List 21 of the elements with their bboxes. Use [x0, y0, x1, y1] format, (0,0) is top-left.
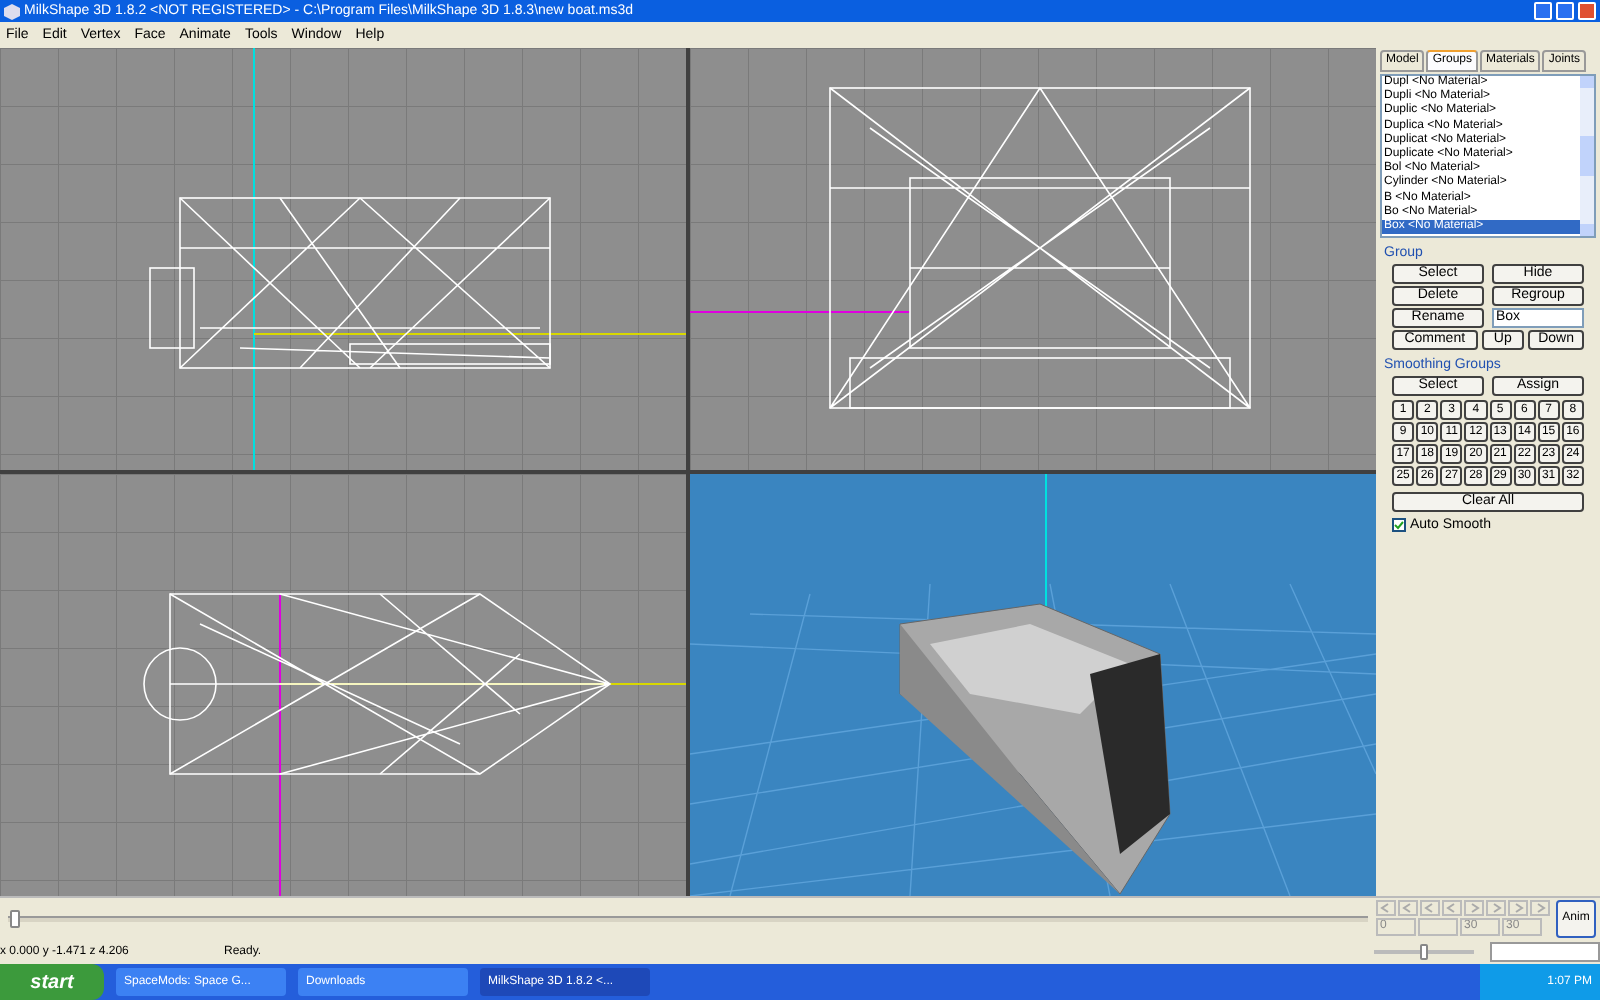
playback-control-icon[interactable]: [1420, 900, 1440, 916]
scrollbar[interactable]: [1580, 76, 1594, 236]
start-button[interactable]: start: [0, 964, 104, 1000]
app-cube-icon: [4, 3, 20, 19]
playback-control-icon[interactable]: [1376, 900, 1396, 916]
playback-control-icon[interactable]: [1530, 900, 1550, 916]
timeline-track[interactable]: [8, 916, 1368, 922]
auto-smooth-checkbox[interactable]: [1392, 518, 1406, 532]
playback-control-icon[interactable]: [1486, 900, 1506, 916]
playback-control-icon[interactable]: [1442, 900, 1462, 916]
speed-slider-thumb[interactable]: [1420, 944, 1428, 960]
restore-button[interactable]: [1556, 2, 1574, 20]
minimize-button[interactable]: [1534, 2, 1552, 20]
playback-control-icon[interactable]: [1464, 900, 1484, 916]
frame-field[interactable]: [1418, 918, 1458, 936]
perspective-viewport[interactable]: [690, 474, 1376, 896]
playback-control-icon[interactable]: [1398, 900, 1418, 916]
close-button[interactable]: [1578, 2, 1596, 20]
status-field: [1490, 942, 1600, 962]
playback-control-icon[interactable]: [1508, 900, 1528, 916]
timeline-thumb[interactable]: [10, 910, 20, 928]
